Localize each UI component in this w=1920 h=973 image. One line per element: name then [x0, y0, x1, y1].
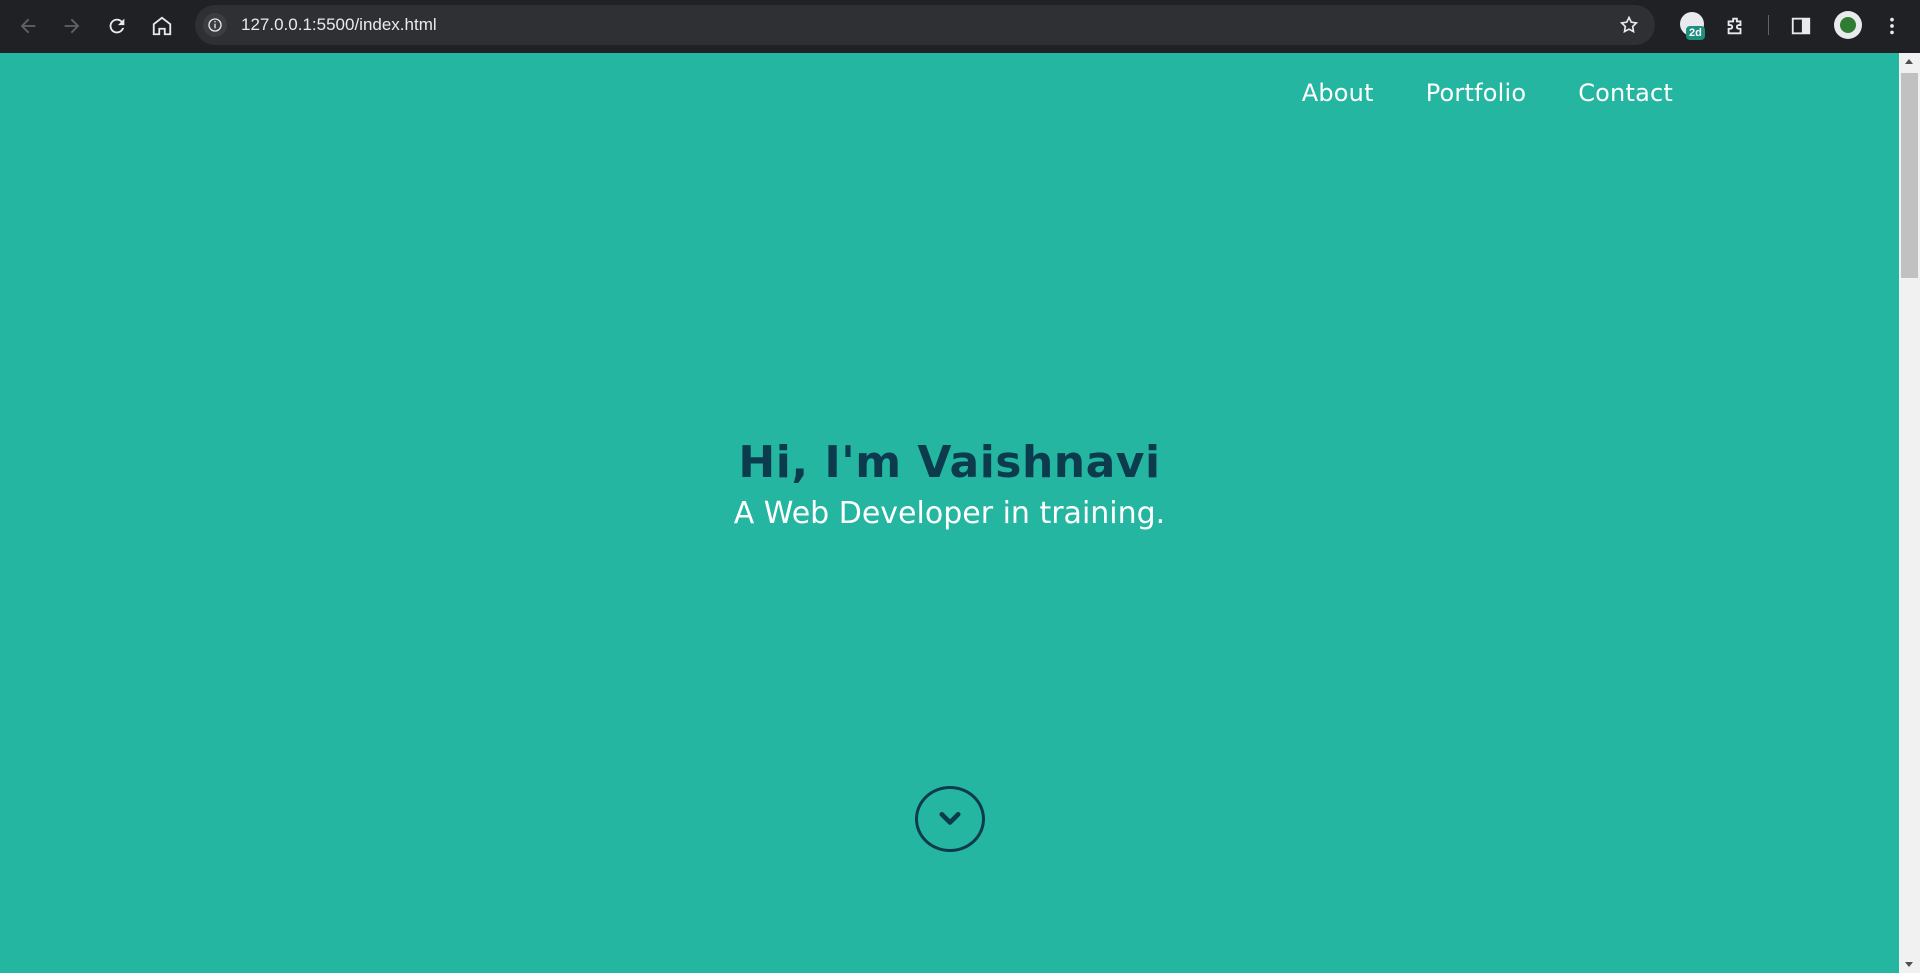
- hero-subheading: A Web Developer in training.: [733, 496, 1166, 531]
- back-arrow-icon[interactable]: [14, 12, 42, 40]
- nav-link-portfolio[interactable]: Portfolio: [1426, 79, 1527, 107]
- browser-toolbar: 127.0.0.1:5500/index.html 2d: [0, 0, 1920, 53]
- vertical-scrollbar[interactable]: [1899, 53, 1920, 973]
- extension-badge-count: 2d: [1686, 26, 1705, 40]
- reload-icon[interactable]: [103, 12, 131, 40]
- hero-heading: Hi, I'm Vaishnavi: [738, 437, 1161, 488]
- url-text[interactable]: 127.0.0.1:5500/index.html: [241, 15, 437, 35]
- nav-link-about[interactable]: About: [1302, 79, 1374, 107]
- scroll-down-arrow-icon[interactable]: [1905, 962, 1913, 967]
- address-bar[interactable]: 127.0.0.1:5500/index.html: [195, 5, 1655, 45]
- star-icon[interactable]: [1617, 13, 1641, 37]
- chevron-down-circle-icon[interactable]: [915, 786, 985, 852]
- page-viewport: About Portfolio Contact Hi, I'm Vaishnav…: [0, 53, 1899, 973]
- profile-avatar-icon[interactable]: [1834, 11, 1862, 39]
- scroll-up-arrow-icon[interactable]: [1905, 59, 1913, 64]
- site-info-icon[interactable]: [203, 13, 227, 37]
- hero-section: Hi, I'm Vaishnavi A Web Developer in tra…: [0, 437, 1899, 531]
- kebab-menu-icon[interactable]: [1877, 11, 1907, 41]
- side-panel-icon[interactable]: [1786, 11, 1816, 41]
- home-icon[interactable]: [148, 12, 176, 40]
- toolbar-divider: [1768, 15, 1769, 35]
- nav-link-contact[interactable]: Contact: [1578, 79, 1673, 107]
- scrollbar-thumb[interactable]: [1901, 73, 1918, 278]
- site-nav: About Portfolio Contact: [1302, 79, 1673, 107]
- forward-arrow-icon[interactable]: [58, 12, 86, 40]
- puzzle-extensions-icon[interactable]: [1720, 11, 1750, 41]
